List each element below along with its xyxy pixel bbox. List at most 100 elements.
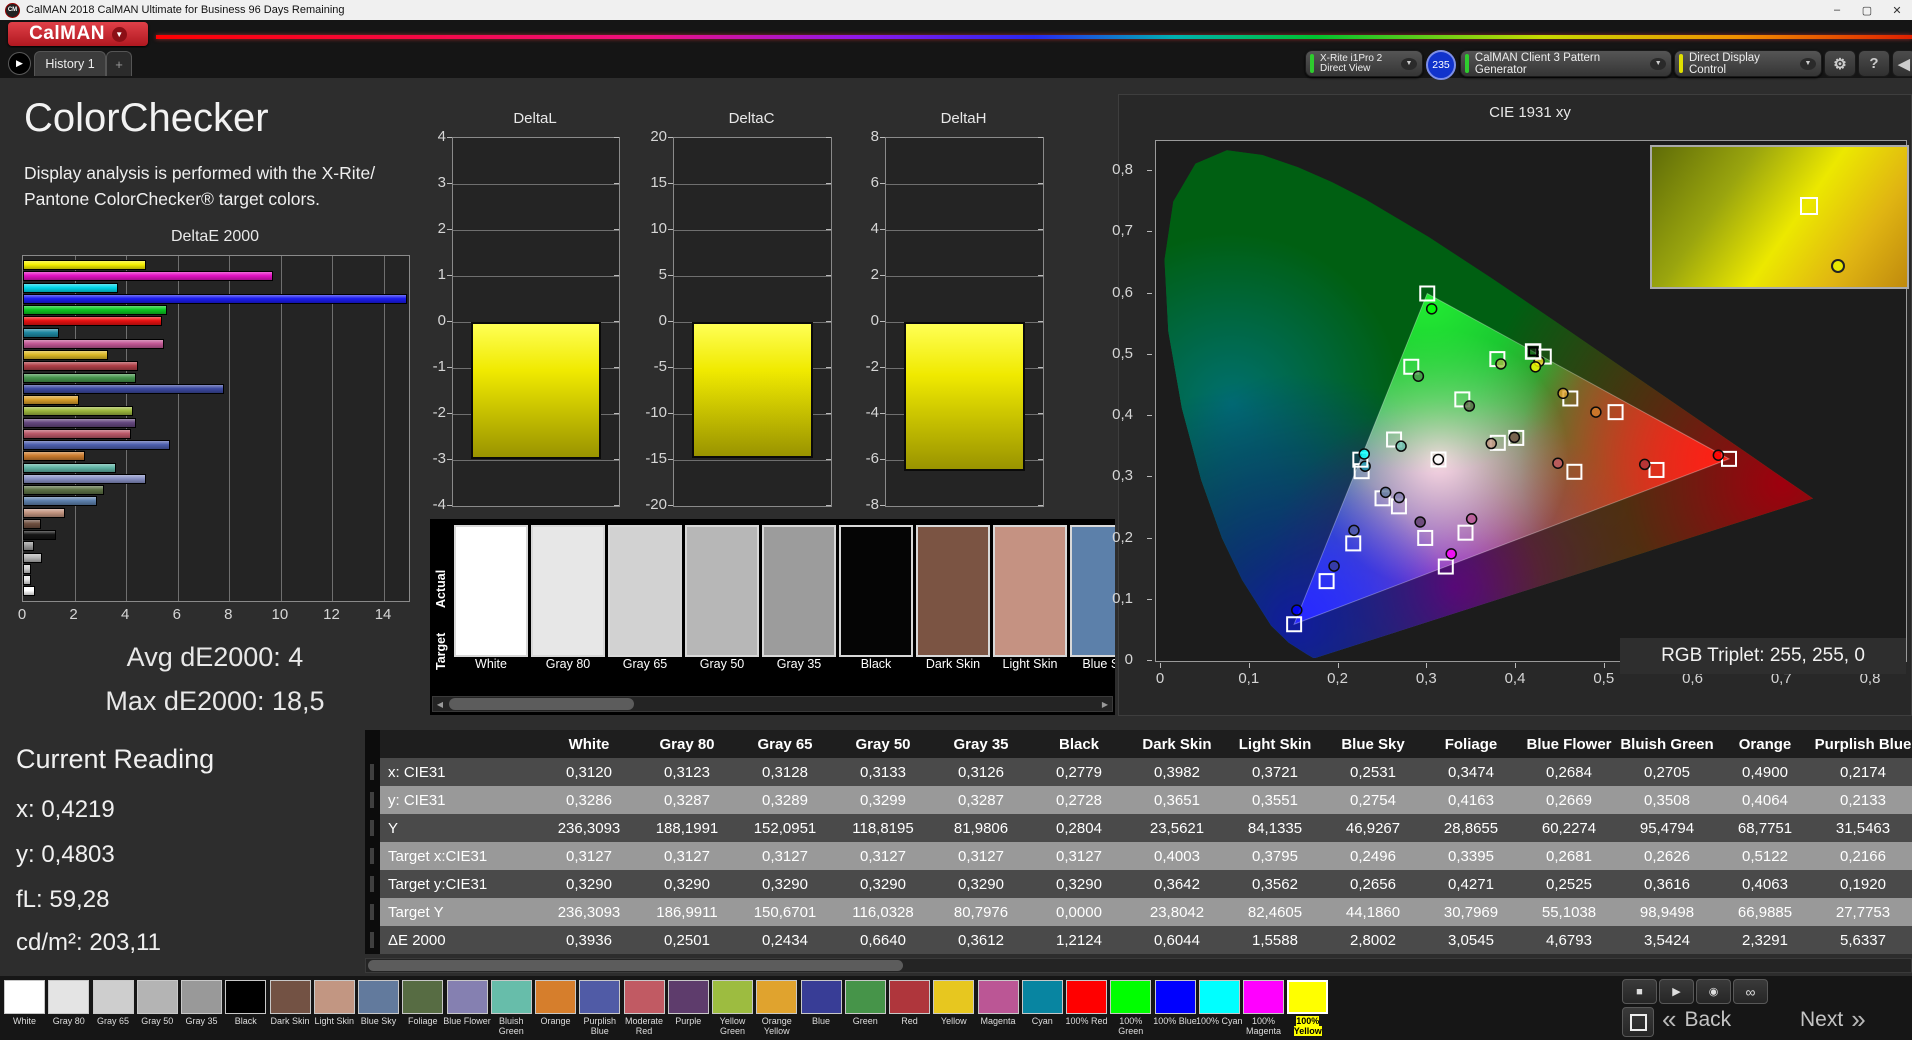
- cie-measured-yellow-green: [1495, 358, 1507, 370]
- cie-measured-100-yellow: [1529, 361, 1542, 373]
- patch-chip-label: Yellow Green: [719, 1016, 746, 1036]
- stop-button[interactable]: ■: [1622, 979, 1657, 1004]
- tick-mark: [614, 321, 619, 322]
- strip-scrollbar[interactable]: ◀ ▶: [432, 696, 1113, 712]
- workflow-play-button[interactable]: ▶: [8, 52, 31, 75]
- tick-mark: [880, 137, 885, 138]
- single-measure-button[interactable]: ◉: [1696, 979, 1731, 1004]
- deltae-x-tick: 0: [17, 606, 27, 623]
- minimize-button[interactable]: –: [1822, 4, 1852, 17]
- display-control-dropdown[interactable]: Direct Display Control ▼: [1674, 50, 1822, 77]
- patch-chip-white[interactable]: [4, 980, 45, 1014]
- strip-swatch-gray-50[interactable]: [685, 525, 759, 657]
- patch-chip-label: White: [12, 1016, 36, 1026]
- strip-swatch-gray-65[interactable]: [608, 525, 682, 657]
- patch-chip-100-cyan[interactable]: [1198, 980, 1240, 1014]
- strip-swatch-light-skin[interactable]: [993, 525, 1067, 657]
- patch-chip-cyan[interactable]: [1021, 980, 1063, 1014]
- deltae-x-tick: 14: [374, 606, 392, 623]
- table-scrollbar-thumb[interactable]: [368, 960, 903, 971]
- table-cell: 0,3289: [762, 791, 808, 809]
- patch-chip-orange-yellow[interactable]: [756, 980, 798, 1014]
- table-cell: 0,0000: [1056, 903, 1102, 921]
- rgb-triplet-readout: RGB Triplet: 255, 255, 0: [1620, 638, 1906, 674]
- patch-chip-foliage[interactable]: [402, 980, 444, 1014]
- strip-scrollbar-thumb[interactable]: [449, 698, 634, 710]
- patch-chip-100-red[interactable]: [1066, 980, 1107, 1014]
- play-button[interactable]: ▶: [1659, 979, 1694, 1004]
- table-column-header: Gray 65: [757, 735, 813, 753]
- continuous-measure-button[interactable]: ∞: [1733, 979, 1768, 1004]
- strip-swatch-gray-80[interactable]: [531, 525, 605, 657]
- table-scrollbar[interactable]: [365, 958, 1912, 973]
- tick-mark: [447, 183, 452, 184]
- patch-chip-gray-35[interactable]: [181, 980, 222, 1014]
- gridline: [453, 276, 619, 277]
- patch-chip-gray-80[interactable]: [48, 980, 90, 1014]
- strip-swatch-dark-skin[interactable]: [916, 525, 990, 657]
- deltal-chart-title: DeltaL: [513, 110, 557, 127]
- next-button[interactable]: Next »: [1800, 1004, 1866, 1035]
- tick-mark: [826, 137, 831, 138]
- calman-menu-button[interactable]: CalMAN ▼: [8, 22, 148, 46]
- patch-chip-purplish-blue[interactable]: [579, 980, 621, 1014]
- patch-chip-100-blue[interactable]: [1154, 980, 1196, 1014]
- measure-icon: ◉: [1708, 986, 1719, 998]
- deltah-y-tick: -8: [865, 496, 879, 513]
- patch-chip-label: Blue Sky: [360, 1016, 397, 1026]
- strip-swatch-white[interactable]: [454, 525, 528, 657]
- strip-swatch-black[interactable]: [839, 525, 913, 657]
- patch-chip-orange[interactable]: [535, 980, 576, 1014]
- patch-chip-black[interactable]: [225, 980, 267, 1014]
- deltac-plot: [673, 137, 832, 507]
- strip-swatch-gray-35[interactable]: [762, 525, 836, 657]
- meter-reading-badge[interactable]: 235: [1426, 50, 1456, 80]
- gridline: [886, 184, 1043, 185]
- patch-chip-magenta[interactable]: [977, 980, 1019, 1014]
- tick-mark: [1515, 663, 1516, 668]
- patch-chip-blue-sky[interactable]: [358, 980, 399, 1014]
- patch-chip-dark-skin[interactable]: [269, 980, 311, 1014]
- tab-history-1[interactable]: History 1: [34, 51, 106, 76]
- patch-chip-label: Purple: [675, 1016, 702, 1026]
- deltae-bar-purplish-blue: [23, 440, 171, 450]
- table-cell: 116,0328: [852, 903, 914, 921]
- meter-dropdown[interactable]: X-Rite i1Pro 2 Direct View ▼: [1305, 50, 1423, 77]
- maximize-button[interactable]: ▢: [1852, 4, 1882, 17]
- table-gutter: [365, 786, 380, 814]
- patch-chip-100-yellow[interactable]: [1287, 980, 1329, 1014]
- patch-chip-gray-65[interactable]: [92, 980, 134, 1014]
- scroll-right-icon[interactable]: ▶: [1098, 697, 1112, 711]
- scroll-left-icon[interactable]: ◀: [433, 697, 447, 711]
- close-button[interactable]: ✕: [1882, 4, 1912, 17]
- patch-chip-green[interactable]: [844, 980, 886, 1014]
- pattern-window-button[interactable]: [1622, 1007, 1654, 1037]
- patch-chip-blue-flower[interactable]: [446, 980, 488, 1014]
- table-cell: 0,3127: [664, 847, 710, 865]
- patch-chip-moderate-red[interactable]: [623, 980, 665, 1014]
- patch-chip-yellow[interactable]: [933, 980, 975, 1014]
- patch-chip-blue[interactable]: [800, 980, 842, 1014]
- patch-chip-bluish-green[interactable]: [490, 980, 532, 1014]
- tick-mark: [447, 505, 452, 506]
- patch-chip-yellow-green[interactable]: [712, 980, 753, 1014]
- table-cell: 0,2705: [1644, 763, 1690, 781]
- cie-measured-dark-skin: [1508, 431, 1521, 444]
- table-cell: 0,2531: [1350, 763, 1396, 781]
- patch-chip-100-magenta[interactable]: [1243, 980, 1284, 1014]
- back-button[interactable]: « Back: [1662, 1004, 1731, 1035]
- add-tab-button[interactable]: +: [106, 51, 132, 76]
- patch-chip-gray-50[interactable]: [136, 980, 178, 1014]
- patch-chip-red[interactable]: [889, 980, 930, 1014]
- pattern-source-dropdown[interactable]: CalMAN Client 3 Pattern Generator ▼: [1460, 50, 1672, 77]
- patch-chip-purple[interactable]: [667, 980, 709, 1014]
- collapse-toolbar-button[interactable]: ◀: [1892, 50, 1912, 77]
- table-cell: 0,4900: [1742, 763, 1788, 781]
- tick-mark: [614, 367, 619, 368]
- patch-chip-100-green[interactable]: [1110, 980, 1152, 1014]
- patch-chip-light-skin[interactable]: [313, 980, 355, 1014]
- settings-button[interactable]: ⚙: [1824, 50, 1856, 77]
- help-button[interactable]: ?: [1858, 50, 1890, 77]
- deltal-chart: 4 3 2 1 0 -1 -2 -3 -4: [416, 128, 620, 527]
- deltae-bar-100-blue: [23, 293, 407, 304]
